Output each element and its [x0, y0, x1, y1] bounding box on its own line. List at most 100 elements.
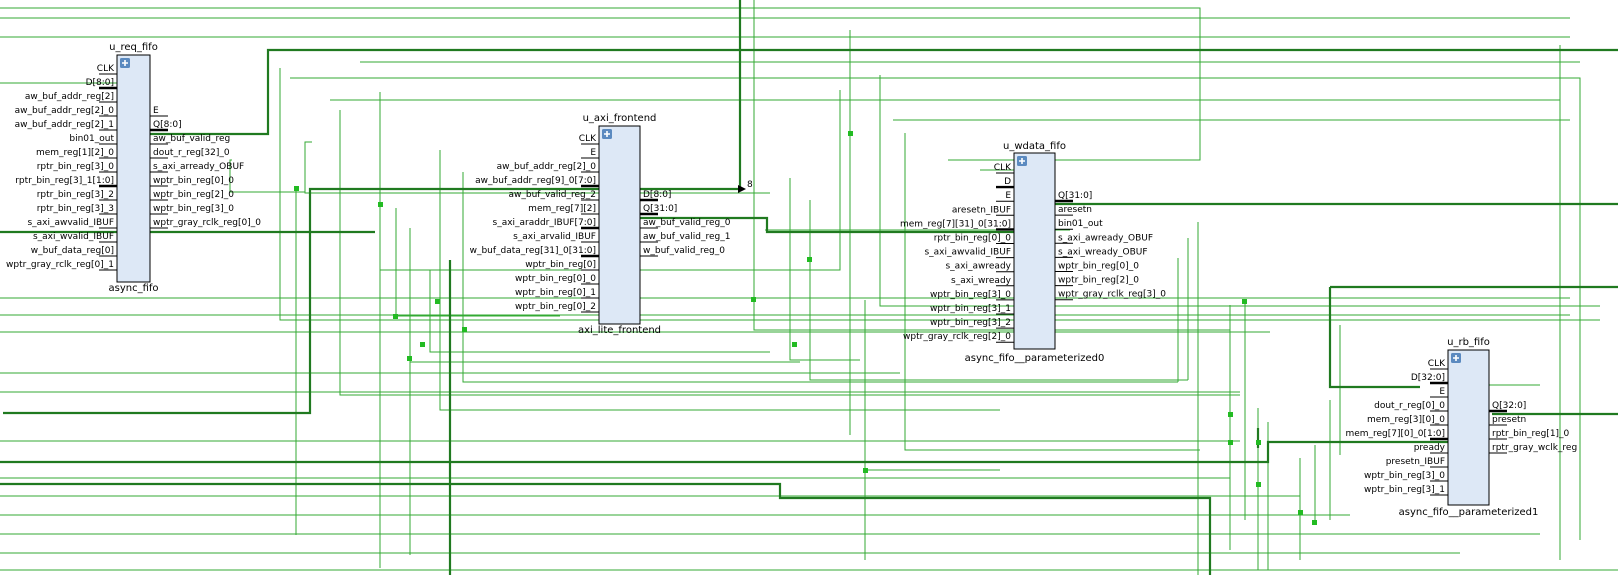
output-pin-label: w_buf_valid_reg_0 — [643, 246, 725, 256]
input-pin-label: s_axi_wready — [951, 276, 1012, 286]
input-pin-label: E — [1005, 191, 1011, 201]
input-pin-label: pready — [1414, 443, 1446, 453]
input-pin-label: wptr_bin_reg[3]_0 — [930, 290, 1011, 300]
input-pin-label: aw_buf_addr_reg[2] — [25, 92, 114, 102]
expand-plus-icon[interactable] — [1017, 156, 1027, 166]
cell-type-name: async_fifo__parameterized1 — [1399, 507, 1539, 518]
input-pin-label: rptr_bin_reg[3]_2 — [37, 190, 114, 200]
cell-u_rb_fifo[interactable]: u_rb_fifo async_fifo__parameterized1 CLK D[… — [1345, 337, 1577, 518]
input-pin-label: CLK — [97, 64, 115, 74]
cell-body[interactable] — [598, 125, 641, 325]
input-pin-label: wptr_gray_rclk_reg[0]_1 — [6, 260, 114, 270]
input-pin-label: presetn_IBUF — [1386, 457, 1445, 467]
cell-instance-name: u_req_fifo — [109, 42, 158, 53]
output-pin-label: rptr_bin_reg[1]_0 — [1492, 429, 1570, 439]
input-pin-label: wptr_bin_reg[0]_0 — [515, 274, 596, 284]
input-pin-label: wptr_bin_reg[0] — [525, 260, 596, 270]
output-pin-label: wptr_bin_reg[2]_0 — [1058, 276, 1139, 286]
schematic-canvas[interactable]: 8 u_req_fifo async_fifo CLK D[8:0] aw_buf_ad… — [0, 0, 1618, 587]
output-pin-label: s_axi_awready_OBUF — [1058, 233, 1153, 243]
output-pin-label: dout_r_reg[32]_0 — [153, 148, 230, 158]
input-pin-label: s_axi_arvalid_IBUF — [513, 232, 596, 242]
input-pin-label: D[32:0] — [1411, 373, 1445, 383]
cell-type-name: async_fifo__parameterized0 — [965, 353, 1105, 364]
input-pin-label: rptr_bin_reg[3]_3 — [37, 204, 114, 214]
input-pin-label: s_axi_araddr_IBUF[7:0] — [493, 218, 597, 228]
input-pin-label: aresetn_IBUF — [952, 205, 1011, 215]
input-pin-label: bin01_out — [69, 134, 114, 144]
input-pin-label: aw_buf_addr_reg[2]_0 — [497, 162, 597, 172]
output-pin-label: wptr_gray_rclk_reg[0]_0 — [153, 218, 261, 228]
output-pin-label: s_axi_wready_OBUF — [1058, 247, 1148, 257]
input-pin-label: wptr_bin_reg[3]_0 — [1364, 471, 1445, 481]
output-pin-label: Q[31:0] — [643, 204, 677, 214]
bus-width-label: 8 — [747, 180, 753, 190]
input-pin-label: aw_buf_addr_reg[2]_1 — [15, 120, 114, 130]
input-pin-label: w_buf_data_reg[31]_0[31:0] — [470, 246, 596, 256]
input-pin-label: wptr_bin_reg[0]_2 — [515, 302, 596, 312]
input-pin-label: wptr_bin_reg[3]_1 — [1364, 485, 1445, 495]
schematic-svg[interactable]: 8 u_req_fifo async_fifo CLK D[8:0] aw_buf_ad… — [0, 0, 1618, 587]
output-pin-label: Q[32:0] — [1492, 401, 1526, 411]
input-pin-label: CLK — [1428, 359, 1446, 369]
input-pin-label: s_axi_awvalid_IBUF — [27, 218, 114, 228]
input-pin-label: mem_reg[7][31]_0[31:0] — [900, 219, 1011, 229]
expand-plus-icon[interactable] — [120, 58, 130, 68]
input-pin-label: mem_reg[3][0]_0 — [1367, 415, 1445, 425]
input-pin-label: rptr_bin_reg[0]_0 — [934, 234, 1012, 244]
input-pin-label: s_axi_wvalid_IBUF — [33, 232, 114, 242]
input-pin-label: rptr_bin_reg[3]_1[1:0] — [15, 176, 114, 186]
input-pin-label: w_buf_data_reg[0] — [31, 246, 114, 256]
output-pin-label: Q[8:0] — [153, 120, 182, 130]
input-pin-label: mem_reg[7][0]_0[1:0] — [1345, 429, 1445, 439]
output-pin-label: aw_buf_valid_reg_1 — [643, 232, 731, 242]
output-pin-label: aw_buf_valid_reg — [153, 134, 230, 144]
input-pin-label: rptr_bin_reg[3]_0 — [37, 162, 115, 172]
cell-u_wdata_fifo[interactable]: u_wdata_fifo async_fifo__parameterized0 CL… — [900, 141, 1166, 364]
cell-type-name: axi_lite_frontend — [578, 325, 661, 336]
input-pin-label: E — [590, 148, 596, 158]
cell-instance-name: u_axi_frontend — [583, 113, 657, 124]
cell-u_req_fifo[interactable]: u_req_fifo async_fifo CLK D[8:0] aw_buf_addr… — [6, 42, 261, 294]
input-pin-label: wptr_bin_reg[3]_1 — [930, 304, 1011, 314]
input-pin-label: aw_buf_addr_reg[2]_0 — [15, 106, 115, 116]
output-pin-label: wptr_bin_reg[2]_0 — [153, 190, 234, 200]
output-pin-label: E — [153, 106, 159, 116]
input-pin-label: wptr_bin_reg[3]_2 — [930, 318, 1011, 328]
output-pin-label: s_axi_arready_OBUF — [153, 162, 244, 172]
input-pin-label: wptr_gray_rclk_reg[2]_0 — [903, 332, 1011, 342]
input-pin-label: mem_reg[7][2] — [528, 204, 596, 214]
output-pin-label: bin01_out — [1058, 219, 1103, 229]
output-pin-label: presetn — [1492, 415, 1526, 425]
cell-body[interactable] — [116, 54, 151, 283]
output-pin-label: wptr_bin_reg[3]_0 — [153, 204, 234, 214]
cell-body[interactable] — [1013, 152, 1056, 350]
input-pin-label: CLK — [579, 134, 597, 144]
expand-plus-icon[interactable] — [1451, 353, 1461, 363]
output-pin-label: wptr_bin_reg[0]_0 — [1058, 262, 1139, 272]
cell-body[interactable] — [1447, 349, 1490, 506]
cell-type-name: async_fifo — [108, 283, 158, 294]
input-pin-label: aw_buf_addr_reg[9]_0[7:0] — [475, 176, 596, 186]
output-pin-label: Q[31:0] — [1058, 191, 1092, 201]
output-pin-label: aresetn — [1058, 205, 1092, 215]
output-pin-label: rptr_gray_wclk_reg — [1492, 443, 1577, 453]
input-pin-label: CLK — [994, 163, 1012, 173]
input-pin-label: s_axi_awvalid_IBUF — [924, 248, 1011, 258]
input-pin-label: s_axi_awready — [945, 262, 1011, 272]
cell-instance-name: u_rb_fifo — [1447, 337, 1490, 348]
output-pin-label: D[8:0] — [643, 190, 671, 200]
expand-plus-icon[interactable] — [602, 129, 612, 139]
output-pin-label: aw_buf_valid_reg_0 — [643, 218, 731, 228]
cell-u_axi_frontend[interactable]: u_axi_frontend axi_lite_frontend CLK Eaw_bu… — [470, 113, 731, 336]
output-pin-label: wptr_gray_rclk_reg[3]_0 — [1058, 290, 1166, 300]
cell-instance-name: u_wdata_fifo — [1003, 141, 1066, 152]
input-pin-label: D[8:0] — [86, 78, 114, 88]
input-pin-label: wptr_bin_reg[0]_1 — [515, 288, 596, 298]
output-pin-label: wptr_bin_reg[0]_0 — [153, 176, 234, 186]
input-pin-label: aw_buf_valid_reg_2 — [509, 190, 597, 200]
cell-group: u_req_fifo async_fifo CLK D[8:0] aw_buf_addr… — [6, 42, 1577, 518]
input-pin-label: E — [1439, 387, 1445, 397]
input-pin-label: dout_r_reg[0]_0 — [1374, 401, 1445, 411]
input-pin-label: mem_reg[1][2]_0 — [36, 148, 114, 158]
